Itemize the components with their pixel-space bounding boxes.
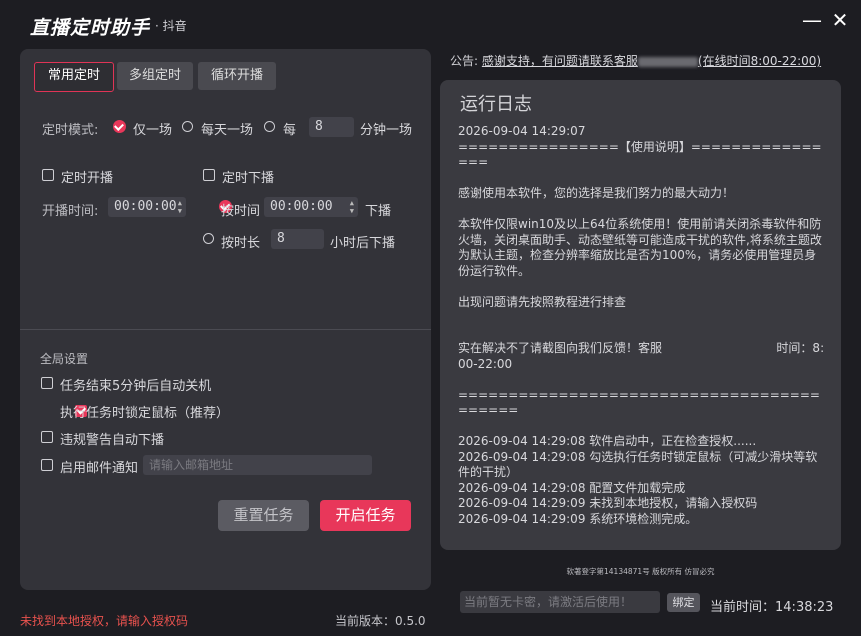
log-line: 感谢使用本软件，您的选择是我们努力的最大动力！ (458, 186, 735, 200)
violation-auto-stop-label: 违规警告自动下播 (60, 433, 165, 448)
stop-by-time-suffix: 下播 (365, 204, 392, 219)
license-error-status: 未找到本地授权，请输入授权码 (20, 614, 189, 628)
announcement-link[interactable]: 感谢支持，有问题请联系客服 (482, 54, 638, 68)
app-title: 直播定时助手 (30, 17, 151, 39)
log-line: ================【使用说明】================ (458, 139, 822, 170)
start-time-value: 00:00:00 (114, 199, 177, 214)
radio-stop-by-duration[interactable] (203, 233, 214, 244)
log-line: 2026-09-04 14:29:09 未找到本地授权，请输入授权码 (458, 496, 758, 510)
global-settings-label: 全局设置 (40, 352, 89, 366)
radio-interval-label: 每 (283, 123, 297, 138)
stop-by-time-label: 按时间 (221, 204, 261, 219)
start-time-label: 开播时间: (42, 204, 99, 219)
start-time-input[interactable]: 00:00:00 ▲ ▼ (108, 197, 186, 217)
stop-by-duration-suffix: 小时后下播 (330, 236, 396, 251)
stop-time-value: 00:00:00 (270, 199, 333, 214)
mode-label: 定时模式: (42, 123, 99, 138)
interval-minutes-input[interactable]: 8 (309, 117, 354, 137)
log-line: 2026-09-04 14:29:07 (458, 124, 586, 138)
announcement: 公告: 感谢支持，有问题请联系客服 (在线时间8:00-22:00) (450, 52, 821, 69)
close-button[interactable]: ✕ (828, 8, 852, 32)
spinner-icon[interactable]: ▲ ▼ (350, 199, 354, 215)
version-label: 当前版本：0.5.0 (335, 614, 426, 628)
radio-daily-label: 每天一场 (201, 123, 254, 138)
start-task-button[interactable]: 开启任务 (320, 500, 411, 531)
announcement-hours[interactable]: (在线时间8:00-22:00) (698, 54, 821, 68)
email-notify-label: 启用邮件通知 (60, 461, 139, 476)
minimize-button[interactable]: — (800, 8, 824, 32)
radio-interval[interactable] (264, 121, 275, 132)
violation-auto-stop-checkbox[interactable] (41, 431, 53, 443)
platform-subtitle: · 抖音 (155, 19, 187, 33)
tab-common-timer[interactable]: 常用定时 (34, 62, 114, 92)
log-line: 出现问题请先按照教程进行排查 (458, 294, 627, 309)
email-input[interactable]: 请输入邮箱地址 (143, 455, 372, 475)
auto-shutdown-label: 任务结束5分钟后自动关机 (60, 379, 212, 394)
spinner-icon[interactable]: ▲ ▼ (178, 199, 182, 215)
redacted-contact (637, 56, 698, 67)
announcement-prefix: 公告: (450, 54, 479, 68)
interval-suffix: 分钟一场 (360, 123, 413, 138)
radio-once-label: 仅一场 (133, 123, 173, 138)
stop-timer-label: 定时下播 (222, 171, 275, 186)
current-time: 当前时间：14:38:23 (710, 596, 833, 615)
copyright-notice: 软著登字第14134871号 版权所有 仿冒必究 (566, 567, 715, 576)
duration-hours-input[interactable]: 8 (271, 229, 324, 249)
log-line: ========================================… (458, 387, 820, 418)
current-time-label: 当前时间： (710, 600, 776, 615)
log-line: 实在解决不了请截图向我们反馈！客服 时间：8:00-22:00 (458, 341, 825, 371)
log-line: 2026-09-04 14:29:08 勾选执行任务时锁定鼠标（可减少滑块等软件… (458, 449, 818, 480)
radio-daily[interactable] (182, 121, 193, 132)
start-timer-label: 定时开播 (61, 171, 114, 186)
stop-timer-checkbox[interactable] (203, 169, 215, 181)
log-line: 2026-09-04 14:29:08 软件启动中，正在检查授权...... (458, 434, 757, 448)
auto-shutdown-checkbox[interactable] (41, 377, 53, 389)
start-timer-checkbox[interactable] (42, 169, 54, 181)
log-line: 2026-09-04 14:29:08 配置文件加载完成 (458, 480, 686, 495)
tab-loop-broadcast[interactable]: 循环开播 (198, 62, 276, 90)
bind-button[interactable]: 绑定 (667, 593, 700, 612)
log-title: 运行日志 (460, 94, 532, 115)
current-time-value: 14:38:23 (775, 600, 834, 615)
stop-time-input[interactable]: 00:00:00 ▲ ▼ (264, 197, 358, 217)
section-divider (20, 329, 431, 330)
log-line: 2026-09-04 14:29:09 系统环境检测完成。 (458, 511, 698, 526)
activation-code-input[interactable]: 当前暂无卡密，请激活后使用！ (460, 591, 660, 613)
reset-task-button[interactable]: 重置任务 (218, 500, 309, 531)
stop-by-duration-label: 按时长 (221, 236, 261, 251)
radio-once[interactable] (113, 120, 126, 133)
lock-mouse-label: 执行任务时锁定鼠标（推荐） (60, 406, 230, 421)
tab-multi-group-timer[interactable]: 多组定时 (117, 62, 193, 90)
log-content: 2026-09-04 14:29:07 ================【使用说明… (458, 124, 828, 527)
email-notify-checkbox[interactable] (41, 459, 53, 471)
log-line: 本软件仅限win10及以上64位系统使用！使用前请关闭杀毒软件和防火墙，关闭桌面… (458, 217, 822, 278)
